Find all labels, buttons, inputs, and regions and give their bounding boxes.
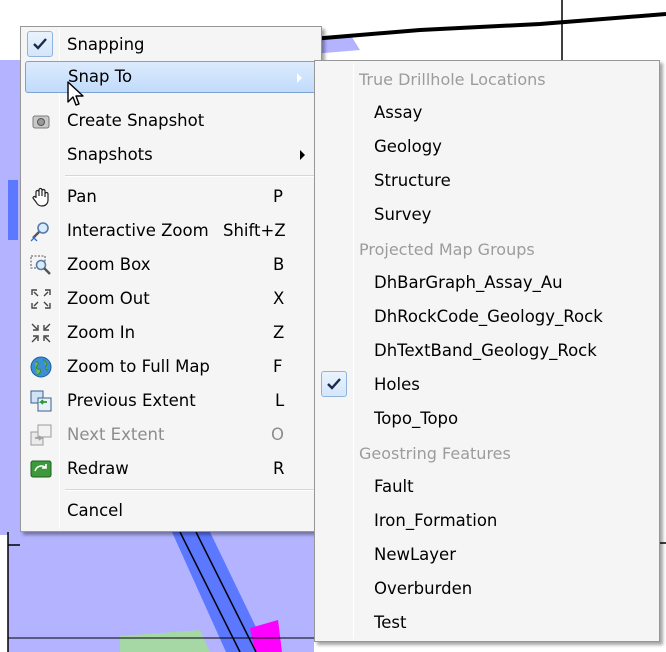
menu-item-zoom-to-full-map[interactable]: Zoom to Full Map F — [23, 351, 319, 383]
group-header-geostring-features: Geostring Features — [359, 444, 511, 463]
submenu-item-label: Assay — [374, 103, 423, 122]
menu-item-label: Pan — [67, 187, 97, 206]
submenu-item-label: DhBarGraph_Assay_Au — [374, 273, 563, 292]
menu-item-label: Interactive Zoom — [67, 221, 209, 240]
menu-item-label: Next Extent — [67, 425, 165, 444]
submenu-item-label: Survey — [374, 205, 432, 224]
zoom-in-icon — [29, 321, 53, 345]
submenu-item-newlayer[interactable]: NewLayer — [317, 539, 657, 571]
submenu-item-label: Geology — [374, 137, 442, 156]
submenu-item-overburden[interactable]: Overburden — [317, 573, 657, 605]
menu-item-shortcut: X — [273, 289, 285, 308]
next-extent-icon — [29, 423, 53, 447]
submenu-item-geology[interactable]: Geology — [317, 131, 657, 163]
menu-item-label: Zoom In — [67, 323, 136, 342]
redraw-icon — [29, 457, 53, 481]
menu-item-label: Zoom Box — [67, 255, 151, 274]
menu-item-shortcut: P — [273, 187, 283, 206]
check-icon — [321, 371, 347, 397]
menu-item-zoom-box[interactable]: Zoom Box B — [23, 249, 319, 281]
camera-icon — [29, 109, 53, 133]
menu-separator — [65, 175, 315, 177]
submenu-item-label: Structure — [374, 171, 451, 190]
menu-item-shortcut: O — [271, 425, 284, 444]
submenu-item-label: DhTextBand_Geology_Rock — [374, 341, 597, 360]
submenu-item-test[interactable]: Test — [317, 607, 657, 639]
submenu-item-label: Holes — [374, 375, 420, 394]
menu-item-shortcut: F — [273, 357, 283, 376]
submenu-item-label: NewLayer — [374, 545, 456, 564]
hand-icon — [29, 185, 53, 209]
globe-icon — [29, 355, 53, 379]
group-header-projected-map-groups: Projected Map Groups — [359, 240, 535, 259]
menu-item-interactive-zoom[interactable]: Interactive Zoom Shift+Z — [23, 215, 319, 247]
submenu-item-dhtextband-geology-rock[interactable]: DhTextBand_Geology_Rock — [317, 335, 657, 367]
submenu-item-label: DhRockCode_Geology_Rock — [374, 307, 603, 326]
check-icon — [27, 31, 53, 57]
map-band-left — [8, 180, 18, 240]
menu-item-label: Snapping — [67, 35, 145, 54]
submenu-item-dhbargraph-assay-au[interactable]: DhBarGraph_Assay_Au — [317, 267, 657, 299]
submenu-item-label: Iron_Formation — [374, 511, 498, 530]
menu-item-shortcut: B — [273, 255, 285, 274]
map-region-left — [0, 60, 22, 535]
zoom-box-icon — [29, 253, 53, 277]
submenu-item-holes[interactable]: Holes — [317, 369, 657, 401]
submenu-item-label: Fault — [374, 477, 414, 496]
menu-item-label: Zoom to Full Map — [67, 357, 210, 376]
previous-extent-icon — [29, 389, 53, 413]
submenu-item-label: Topo_Topo — [374, 409, 459, 428]
menu-item-next-extent: Next Extent O — [23, 419, 319, 451]
menu-item-pan[interactable]: Pan P — [23, 181, 319, 213]
menu-item-label: Cancel — [67, 501, 123, 520]
menu-item-snapshots[interactable]: Snapshots — [23, 139, 319, 171]
submenu-item-topo-topo[interactable]: Topo_Topo — [317, 403, 657, 435]
submenu-item-assay[interactable]: Assay — [317, 97, 657, 129]
menu-item-label: Zoom Out — [67, 289, 150, 308]
menu-separator — [65, 489, 315, 491]
submenu-arrow-icon — [300, 150, 305, 160]
menu-item-zoom-in[interactable]: Zoom In Z — [23, 317, 319, 349]
menu-item-label: Create Snapshot — [67, 111, 205, 130]
group-header-true-drillhole-locations: True Drillhole Locations — [359, 70, 546, 89]
submenu-item-survey[interactable]: Survey — [317, 199, 657, 231]
menu-item-shortcut: R — [273, 459, 285, 478]
menu-item-create-snapshot[interactable]: Create Snapshot — [23, 105, 319, 137]
menu-item-snapping[interactable]: Snapping — [23, 29, 319, 61]
menu-item-previous-extent[interactable]: Previous Extent L — [23, 385, 319, 417]
menu-item-redraw[interactable]: Redraw R — [23, 453, 319, 485]
menu-item-shortcut: Z — [273, 323, 285, 342]
submenu-item-iron-formation[interactable]: Iron_Formation — [317, 505, 657, 537]
submenu-item-fault[interactable]: Fault — [317, 471, 657, 503]
menu-item-cancel[interactable]: Cancel — [23, 495, 319, 527]
snap-to-submenu: True Drillhole Locations Assay Geology S… — [314, 60, 660, 642]
mouse-cursor-icon — [67, 81, 84, 106]
menu-item-shortcut: Shift+Z — [223, 221, 286, 240]
submenu-item-label: Test — [374, 613, 407, 632]
submenu-item-dhrockcode-geology-rock[interactable]: DhRockCode_Geology_Rock — [317, 301, 657, 333]
menu-item-zoom-out[interactable]: Zoom Out X — [23, 283, 319, 315]
zoom-out-icon — [29, 287, 53, 311]
submenu-item-label: Overburden — [374, 579, 473, 598]
menu-item-shortcut: L — [275, 391, 285, 410]
interactive-zoom-icon — [29, 219, 53, 243]
menu-item-label: Redraw — [67, 459, 129, 478]
submenu-item-structure[interactable]: Structure — [317, 165, 657, 197]
menu-item-label: Previous Extent — [67, 391, 196, 410]
menu-item-label: Snapshots — [67, 145, 153, 164]
submenu-arrow-icon — [297, 73, 302, 83]
